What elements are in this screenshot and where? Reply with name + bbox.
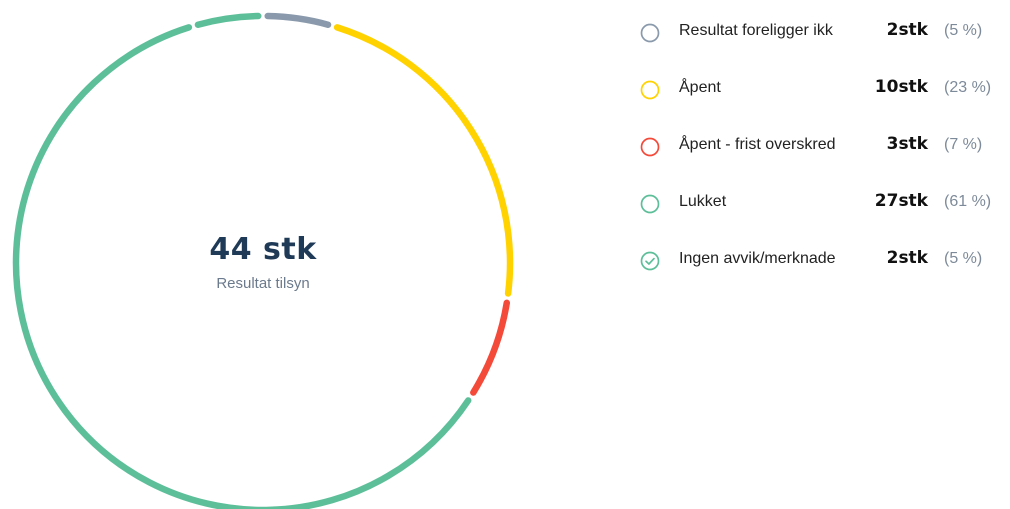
legend-label: Resultat foreligger ikk bbox=[679, 22, 833, 39]
legend-count: 10stk bbox=[874, 77, 928, 97]
legend-count: 2stk bbox=[886, 20, 928, 40]
legend-count: 3stk bbox=[886, 134, 928, 154]
donut-segment[interactable] bbox=[194, 12, 262, 28]
legend-item[interactable]: Ingen avvik/merknade 2stk (5 %) bbox=[640, 242, 1010, 299]
legend-count: 27stk bbox=[874, 191, 928, 211]
legend-percent: (5 %) bbox=[944, 22, 983, 39]
total-count: 44 stk bbox=[209, 232, 317, 267]
donut-segment[interactable] bbox=[264, 12, 332, 28]
legend-marker-icon bbox=[640, 23, 660, 43]
legend-label: Ingen avvik/merknade bbox=[679, 250, 836, 267]
legend-percent: (5 %) bbox=[944, 250, 983, 267]
legend-marker-icon bbox=[640, 194, 660, 214]
chart-legend: Resultat foreligger ikk 2stk (5 %) Åpent 10s… bbox=[640, 14, 1010, 299]
donut-segment[interactable] bbox=[470, 299, 511, 396]
legend-item[interactable]: Resultat foreligger ikk 2stk (5 %) bbox=[640, 14, 1010, 71]
total-label: Resultat tilsyn bbox=[216, 275, 310, 292]
legend-item[interactable]: Lukket 27stk (61 %) bbox=[640, 185, 1010, 242]
donut-segment[interactable] bbox=[12, 24, 472, 509]
legend-percent: (23 %) bbox=[944, 79, 992, 96]
legend-count: 2stk bbox=[886, 248, 928, 268]
legend-marker-icon bbox=[640, 80, 660, 100]
check-circle-icon bbox=[640, 251, 660, 271]
legend-percent: (7 %) bbox=[944, 136, 983, 153]
legend-item[interactable]: Åpent - frist overskred 3stk (7 %) bbox=[640, 128, 1010, 185]
legend-label: Åpent - frist overskred bbox=[679, 136, 836, 153]
legend-label: Åpent bbox=[679, 79, 721, 96]
legend-label: Lukket bbox=[679, 193, 727, 210]
legend-item[interactable]: Åpent 10stk (23 %) bbox=[640, 71, 1010, 128]
legend-marker-icon bbox=[640, 137, 660, 157]
legend-percent: (61 %) bbox=[944, 193, 992, 210]
